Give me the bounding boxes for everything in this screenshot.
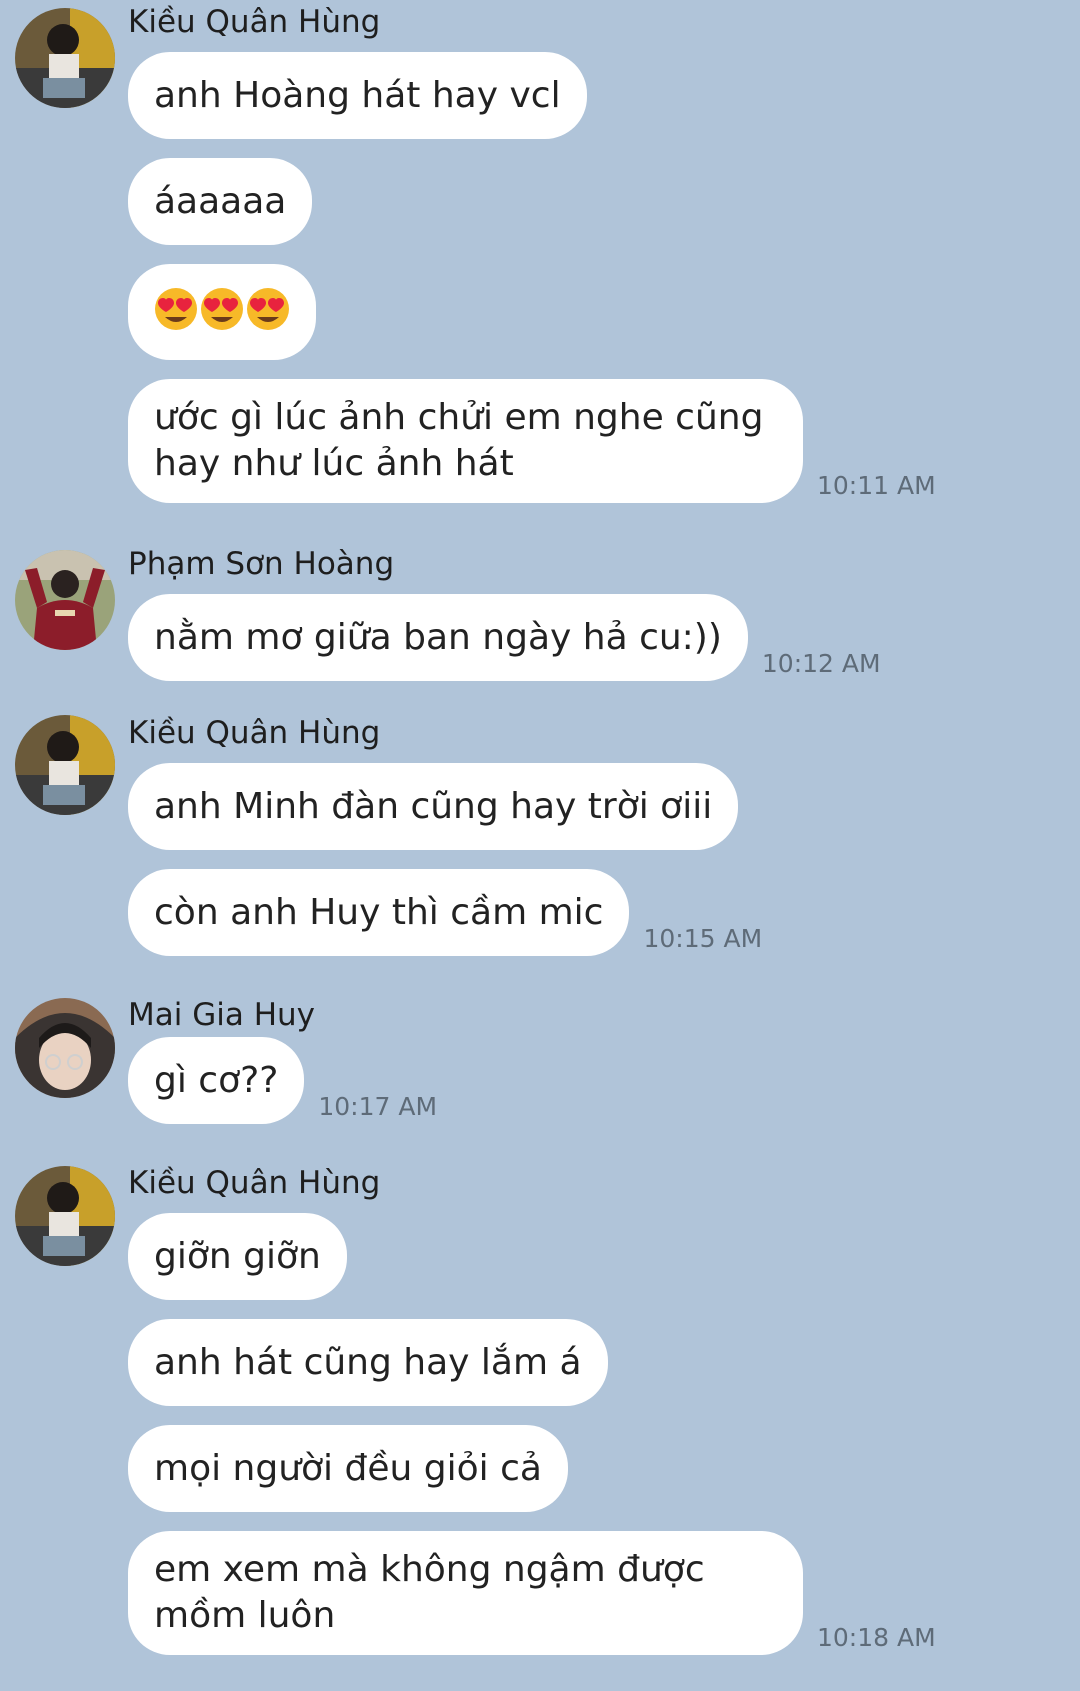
message-timestamp: 10:12 AM — [761, 649, 881, 678]
message-bubble[interactable]: nằm mơ giữa ban ngày hả cu:)) — [128, 594, 748, 681]
sender-name: Phạm Sơn Hoàng — [128, 546, 395, 582]
chat-message-list: Kiều Quân Hùng anh Hoàng hát hay vcl áaa… — [0, 0, 1080, 1691]
message-bubble[interactable]: anh hát cũng hay lắm á — [128, 1319, 608, 1406]
message-bubble[interactable]: gì cơ?? — [128, 1037, 305, 1124]
message-row: gì cơ?? 10:17 AM — [128, 1037, 1080, 1124]
message-timestamp: 10:15 AM — [643, 924, 763, 953]
message-group: Kiều Quân Hùng anh Minh đàn cũng hay trờ… — [0, 713, 1080, 956]
message-row: em xem mà không ngậm được mồm luôn 10:18… — [128, 1531, 1080, 1655]
message-group: Phạm Sơn Hoàng nằm mơ giữa ban ngày hả c… — [0, 544, 1080, 681]
message-bubble[interactable]: còn anh Huy thì cầm mic — [128, 869, 630, 956]
message-bubble[interactable]: em xem mà không ngậm được mồm luôn — [128, 1531, 803, 1655]
avatar[interactable] — [15, 715, 115, 815]
message-bubble[interactable]: mọi người đều giỏi cả — [128, 1425, 568, 1512]
avatar[interactable] — [15, 998, 115, 1098]
heart-eyes-emoji-icon — [247, 288, 289, 330]
message-timestamp: 10:18 AM — [817, 1623, 936, 1652]
message-row — [128, 264, 1080, 360]
message-row: anh hát cũng hay lắm á — [128, 1319, 1080, 1406]
message-row: còn anh Huy thì cầm mic 10:15 AM — [128, 869, 1080, 956]
emoji-message-bubble[interactable] — [128, 264, 316, 360]
message-row: giỡn giỡn — [128, 1213, 1080, 1300]
message-row: áaaaaa — [128, 158, 1080, 245]
sender-name: Mai Gia Huy — [128, 997, 315, 1033]
message-group: Mai Gia Huy gì cơ?? 10:17 AM — [0, 995, 1080, 1124]
heart-eyes-emoji-icon — [201, 288, 243, 330]
sender-name: Kiều Quân Hùng — [128, 715, 381, 751]
message-bubble[interactable]: giỡn giỡn — [128, 1213, 347, 1300]
message-bubble[interactable]: anh Hoàng hát hay vcl — [128, 52, 587, 139]
message-row: ước gì lúc ảnh chửi em nghe cũng hay như… — [128, 379, 1080, 503]
avatar[interactable] — [15, 8, 115, 108]
message-bubble[interactable]: ước gì lúc ảnh chửi em nghe cũng hay như… — [128, 379, 803, 503]
sender-name: Kiều Quân Hùng — [128, 1165, 381, 1201]
message-row: anh Hoàng hát hay vcl — [128, 52, 1080, 139]
message-row: anh Minh đàn cũng hay trời ơiii — [128, 763, 1080, 850]
avatar[interactable] — [15, 1166, 115, 1266]
message-group: Kiều Quân Hùng giỡn giỡn anh hát cũng ha… — [0, 1163, 1080, 1655]
heart-eyes-emoji-icon — [155, 288, 197, 330]
message-timestamp: 10:17 AM — [318, 1092, 438, 1121]
sender-name: Kiều Quân Hùng — [128, 4, 381, 40]
message-group: Kiều Quân Hùng anh Hoàng hát hay vcl áaa… — [0, 2, 1080, 503]
emoji-group — [154, 281, 290, 337]
message-row: nằm mơ giữa ban ngày hả cu:)) 10:12 AM — [128, 594, 1080, 681]
message-bubble[interactable]: anh Minh đàn cũng hay trời ơiii — [128, 763, 739, 850]
message-timestamp: 10:11 AM — [817, 471, 936, 500]
avatar[interactable] — [15, 550, 115, 650]
message-row: mọi người đều giỏi cả — [128, 1425, 1080, 1512]
message-bubble[interactable]: áaaaaa — [128, 158, 313, 245]
